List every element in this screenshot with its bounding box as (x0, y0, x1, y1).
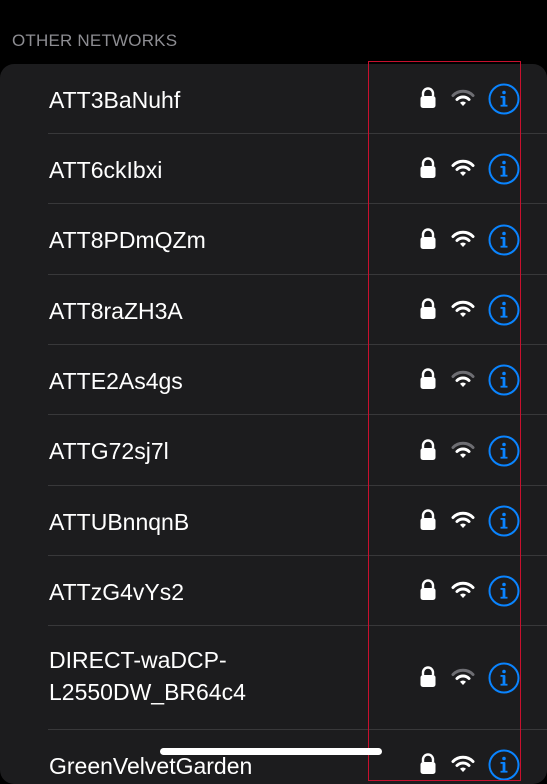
info-icon[interactable] (488, 224, 520, 256)
network-row[interactable]: ATTE2As4gs (0, 345, 547, 415)
wifi-icon (451, 300, 475, 318)
wifi-icon (451, 668, 475, 686)
wifi-icon (451, 511, 475, 529)
network-name: ATTzG4vYs2 (49, 579, 185, 605)
network-row[interactable]: ATT3BaNuhf (0, 64, 547, 134)
info-icon[interactable] (488, 505, 520, 537)
wifi-icon (451, 581, 475, 599)
network-row[interactable]: ATTzG4vYs2 (0, 556, 547, 626)
info-icon[interactable] (488, 575, 520, 607)
network-name: DIRECT-waDCP- L2550DW_BR64c4 (49, 647, 246, 705)
lock-icon (419, 509, 437, 531)
network-name: ATT3BaNuhf (49, 87, 181, 113)
wifi-icon (451, 755, 475, 773)
wifi-icon (451, 89, 475, 107)
network-name: ATT8raZH3A (49, 298, 183, 324)
network-name: ATTUBnnqnB (49, 509, 190, 535)
lock-icon (419, 227, 437, 250)
network-name: ATT8PDmQZm (49, 227, 206, 253)
section-header: OTHER NETWORKS (12, 31, 178, 50)
network-name: ATTE2As4gs (49, 368, 183, 394)
info-icon[interactable] (488, 294, 520, 326)
lock-icon (419, 298, 437, 320)
lock-icon (419, 368, 437, 390)
network-name: ATTG72sj7l (49, 438, 169, 464)
other-networks-list: ATT3BaNuhf ATT6ckIbxi ATT8PDmQZm ATT8raZH3A… (0, 64, 547, 784)
lock-icon (419, 438, 437, 461)
info-icon[interactable] (488, 662, 520, 694)
lock-icon (419, 579, 437, 601)
network-row[interactable]: ATTUBnnqnB (0, 486, 547, 556)
info-icon[interactable] (488, 364, 520, 396)
network-row[interactable]: ATTG72sj7l (0, 415, 547, 486)
lock-icon (419, 87, 437, 109)
info-icon[interactable] (488, 153, 520, 185)
network-row[interactable]: ATT8PDmQZm (0, 204, 547, 275)
home-indicator (160, 748, 382, 755)
network-row[interactable]: GreenVelvetGarden (0, 730, 547, 784)
wifi-icon (451, 441, 475, 459)
lock-icon (419, 666, 437, 688)
network-row[interactable]: ATT8raZH3A (0, 275, 547, 345)
network-row[interactable]: DIRECT-waDCP- L2550DW_BR64c4 (0, 626, 547, 730)
lock-icon (419, 157, 437, 179)
wifi-icon (451, 230, 475, 248)
network-name: ATT6ckIbxi (49, 157, 163, 183)
info-icon[interactable] (488, 435, 520, 467)
info-icon[interactable] (488, 749, 520, 781)
lock-icon (419, 753, 437, 775)
wifi-icon (451, 370, 475, 388)
wifi-icon (451, 159, 475, 177)
network-row[interactable]: ATT6ckIbxi (0, 134, 547, 204)
info-icon[interactable] (488, 83, 520, 115)
